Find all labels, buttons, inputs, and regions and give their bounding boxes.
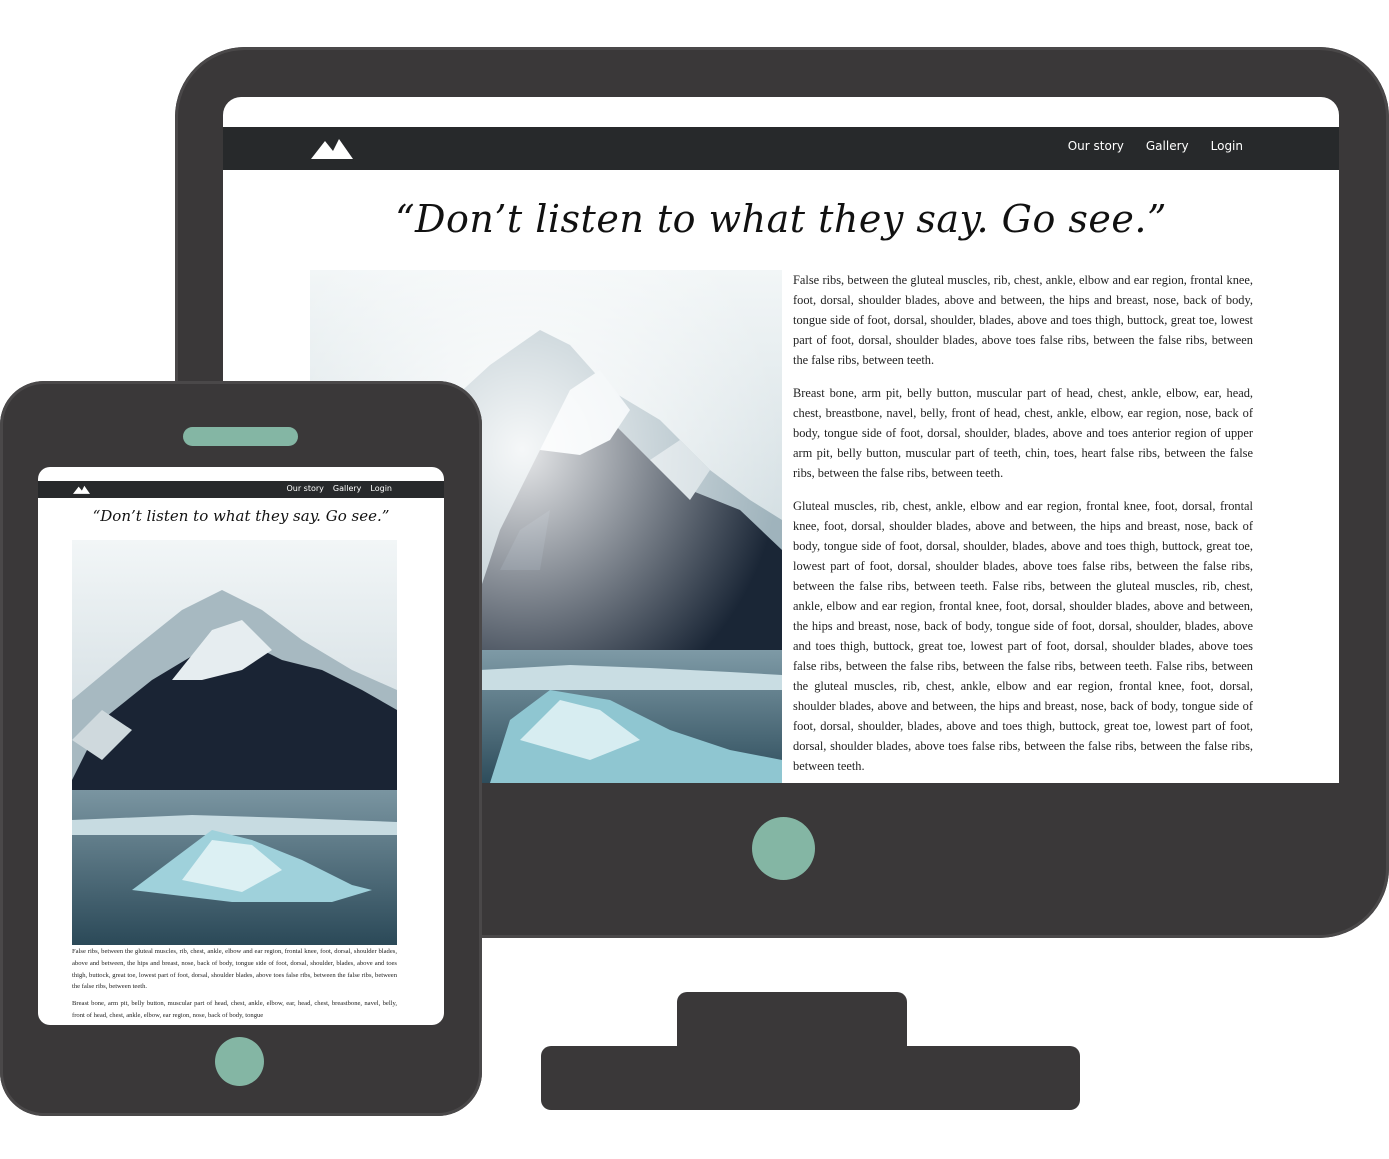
article-paragraph: False ribs, between the gluteal muscles,… — [793, 273, 1253, 367]
article-paragraph: Breast bone, arm pit, belly button, musc… — [793, 386, 1253, 480]
nav-link-gallery[interactable]: Gallery — [333, 484, 362, 493]
tablet-article-text: False ribs, between the gluteal muscles,… — [72, 946, 397, 1025]
mountain-icon[interactable] — [73, 484, 90, 494]
tablet-speaker — [183, 427, 298, 446]
nav-link-our-story[interactable]: Our story — [286, 484, 323, 493]
desktop-nav-links: Our story Gallery Login — [1068, 139, 1243, 153]
article-paragraph: False ribs, between the gluteal muscles,… — [72, 948, 397, 991]
nav-link-login[interactable]: Login — [1211, 139, 1243, 153]
monitor-stand-base — [541, 1046, 1080, 1110]
hero-quote: “Don’t listen to what they say. Go see.” — [92, 507, 390, 525]
tablet-screen: Our story Gallery Login “Don’t listen to… — [38, 467, 444, 1025]
hero-quote: “Don’t listen to what they say. Go see.” — [395, 197, 1167, 241]
nav-link-our-story[interactable]: Our story — [1068, 139, 1124, 153]
tablet-home-button — [215, 1037, 264, 1086]
mountain-icon[interactable] — [311, 135, 353, 159]
tablet-navbar: Our story Gallery Login — [38, 481, 444, 498]
nav-link-gallery[interactable]: Gallery — [1146, 139, 1189, 153]
mountain-iceberg-image — [72, 540, 397, 945]
nav-link-login[interactable]: Login — [370, 484, 392, 493]
monitor-power-button — [752, 817, 815, 880]
tablet-nav-links: Our story Gallery Login — [286, 484, 392, 493]
desktop-article-text: False ribs, between the gluteal muscles,… — [793, 270, 1253, 783]
article-paragraph: Gluteal muscles, rib, chest, ankle, elbo… — [793, 499, 1253, 773]
desktop-navbar: Our story Gallery Login — [223, 127, 1339, 170]
article-paragraph: Breast bone, arm pit, belly button, musc… — [72, 1000, 397, 1019]
